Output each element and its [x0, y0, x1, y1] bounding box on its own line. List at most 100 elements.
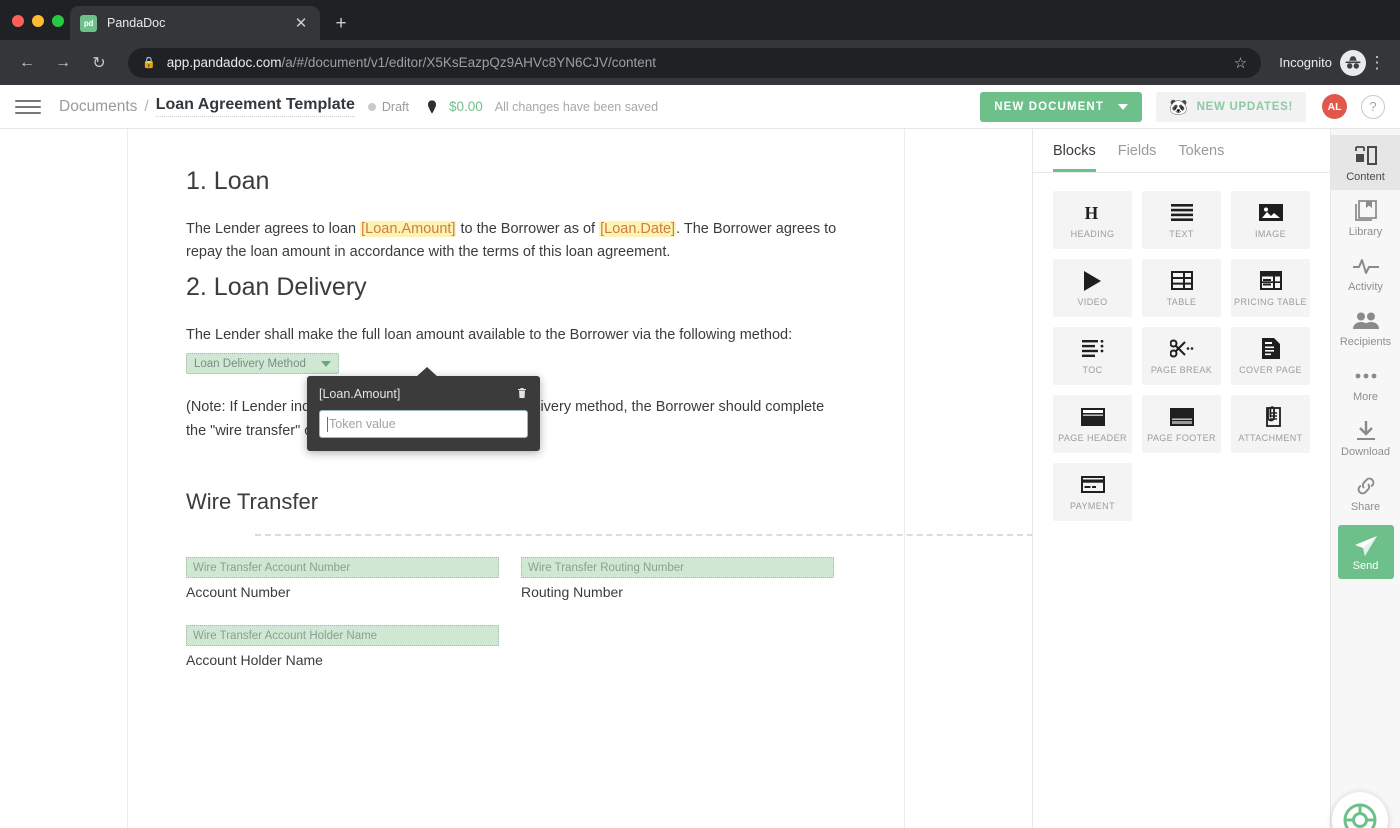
star-icon[interactable]: ☆: [1234, 54, 1247, 72]
wire-field-row-1: Wire Transfer Account Number Account Num…: [186, 557, 846, 600]
block-table-label: TABLE: [1166, 296, 1197, 307]
section-2-paragraph[interactable]: The Lender shall make the full loan amou…: [186, 324, 846, 347]
new-updates-label: NEW UPDATES!: [1196, 100, 1293, 113]
text-icon: [1170, 202, 1193, 224]
lifering-help-icon: [1343, 803, 1377, 828]
save-state-text: All changes have been saved: [494, 99, 659, 114]
wire-field-row-2: Wire Transfer Account Holder Name Accoun…: [186, 625, 846, 668]
avatar[interactable]: AL: [1322, 94, 1347, 119]
block-cover-page[interactable]: COVER PAGE: [1231, 327, 1310, 385]
rail-item-share[interactable]: Share: [1331, 465, 1400, 520]
forward-icon[interactable]: →: [48, 48, 78, 78]
window-traffic-lights: [12, 15, 64, 27]
panda-icon: 🐼: [1168, 98, 1188, 116]
block-heading[interactable]: H HEADING: [1053, 191, 1132, 249]
block-payment-label: PAYMENT: [1070, 500, 1115, 511]
section-2-heading[interactable]: 2. Loan Delivery: [186, 273, 846, 302]
token-loan-date[interactable]: [Loan.Date]: [599, 221, 677, 237]
rail-label-library: Library: [1348, 226, 1383, 238]
document-page: 1. Loan The Lender agrees to loan [Loan.…: [127, 129, 1032, 828]
wire-account-holder-name-placeholder: Wire Transfer Account Holder Name: [193, 629, 378, 642]
rail-item-activity[interactable]: Activity: [1331, 245, 1400, 300]
block-page-break-label: PAGE BREAK: [1150, 364, 1213, 375]
rail-label-recipients: Recipients: [1339, 336, 1392, 348]
help-icon[interactable]: ?: [1361, 94, 1385, 119]
send-button[interactable]: Send: [1337, 525, 1394, 579]
block-page-header-label: PAGE HEADER: [1058, 432, 1127, 443]
send-label: Send: [1352, 560, 1379, 572]
block-text[interactable]: TEXT: [1142, 191, 1221, 249]
block-page-break[interactable]: PAGE BREAK: [1142, 327, 1221, 385]
wire-account-holder-name-field[interactable]: Wire Transfer Account Holder Name: [186, 625, 499, 647]
url-text: app.pandadoc.com/a/#/document/v1/editor/…: [167, 55, 656, 70]
heading-icon: H: [1083, 202, 1103, 224]
rail-label-download: Download: [1341, 446, 1390, 458]
reload-icon[interactable]: ↻: [84, 48, 114, 78]
block-pricing-table-label: PRICING TABLE: [1234, 296, 1307, 307]
kebab-menu-icon[interactable]: ⋮: [1366, 53, 1388, 73]
page-header-icon: [1080, 406, 1105, 428]
block-attachment[interactable]: ATTACHMENT: [1231, 395, 1310, 453]
url-host: app.pandadoc.com: [166, 55, 282, 70]
breadcrumb-documents-link[interactable]: Documents: [59, 98, 137, 116]
rail-item-content[interactable]: Content: [1330, 135, 1400, 190]
close-icon[interactable]: ✕: [292, 16, 310, 31]
rail-item-recipients[interactable]: Recipients: [1331, 300, 1400, 355]
hamburger-menu-icon[interactable]: [15, 96, 41, 118]
document-price[interactable]: $0.00: [424, 99, 483, 115]
tab-blocks[interactable]: Blocks: [1053, 143, 1096, 172]
help-widget-button[interactable]: [1332, 792, 1388, 828]
block-toc[interactable]: TOC: [1053, 327, 1132, 385]
tab-fields[interactable]: Fields: [1118, 143, 1157, 172]
new-tab-button[interactable]: +: [330, 14, 352, 33]
section-1-heading[interactable]: 1. Loan: [186, 167, 846, 196]
more-icon: [1354, 364, 1378, 387]
block-video-label: VIDEO: [1077, 296, 1108, 307]
right-rail: Content Library Activity Recipients More: [1330, 129, 1400, 828]
document-title[interactable]: Loan Agreement Template: [155, 96, 355, 117]
rail-label-activity: Activity: [1348, 281, 1383, 293]
token-popup-header: [Loan.Amount]: [319, 386, 528, 402]
block-attachment-label: ATTACHMENT: [1238, 432, 1303, 443]
block-pricing-table[interactable]: PRICING TABLE: [1231, 259, 1310, 317]
block-payment[interactable]: PAYMENT: [1053, 463, 1132, 521]
minimize-window-button[interactable]: [32, 15, 44, 27]
address-bar[interactable]: 🔒 app.pandadoc.com/a/#/document/v1/edito…: [128, 47, 1262, 78]
panel-tabs: Blocks Fields Tokens: [1033, 129, 1330, 173]
blocks-grid: H HEADING TEXT IMAGE VIDEO TABLE PRICING…: [1033, 173, 1330, 539]
block-page-header[interactable]: PAGE HEADER: [1053, 395, 1132, 453]
wire-transfer-heading[interactable]: Wire Transfer: [186, 489, 846, 515]
loan-delivery-method-dropdown[interactable]: Loan Delivery Method: [186, 353, 339, 375]
block-page-footer[interactable]: PAGE FOOTER: [1142, 395, 1221, 453]
wire-routing-number-field[interactable]: Wire Transfer Routing Number: [521, 557, 834, 579]
block-video[interactable]: VIDEO: [1053, 259, 1132, 317]
send-icon: [1354, 534, 1378, 557]
rail-item-library[interactable]: Library: [1331, 190, 1400, 245]
block-table[interactable]: TABLE: [1142, 259, 1221, 317]
recipients-icon: [1352, 309, 1379, 332]
trash-icon[interactable]: [516, 386, 528, 402]
chevron-down-icon: [321, 360, 331, 367]
new-updates-button[interactable]: 🐼 NEW UPDATES!: [1155, 91, 1306, 122]
rail-item-download[interactable]: Download: [1331, 410, 1400, 465]
wire-account-number-group: Wire Transfer Account Number Account Num…: [186, 557, 499, 600]
wire-account-number-field[interactable]: Wire Transfer Account Number: [186, 557, 499, 579]
incognito-icon[interactable]: [1340, 49, 1366, 76]
block-image[interactable]: IMAGE: [1231, 191, 1310, 249]
rail-label-more: More: [1352, 391, 1379, 403]
tab-tokens[interactable]: Tokens: [1178, 143, 1224, 172]
tab-title: PandaDoc: [107, 16, 166, 30]
token-value-input[interactable]: Token value: [319, 410, 528, 438]
browser-tab[interactable]: pd PandaDoc ✕: [70, 6, 320, 40]
breadcrumb-separator: /: [144, 97, 149, 115]
token-loan-amount[interactable]: [Loan.Amount]: [360, 221, 457, 237]
new-document-button[interactable]: NEW DOCUMENT: [980, 91, 1142, 122]
close-window-button[interactable]: [12, 15, 24, 27]
section-1-paragraph[interactable]: The Lender agrees to loan [Loan.Amount] …: [186, 218, 846, 265]
loan-delivery-method-label: Loan Delivery Method: [194, 357, 306, 370]
maximize-window-button[interactable]: [52, 15, 64, 27]
back-icon[interactable]: ←: [12, 48, 42, 78]
block-text-label: TEXT: [1169, 228, 1194, 239]
chevron-down-icon: [1117, 103, 1128, 110]
rail-item-more[interactable]: More: [1331, 355, 1400, 410]
